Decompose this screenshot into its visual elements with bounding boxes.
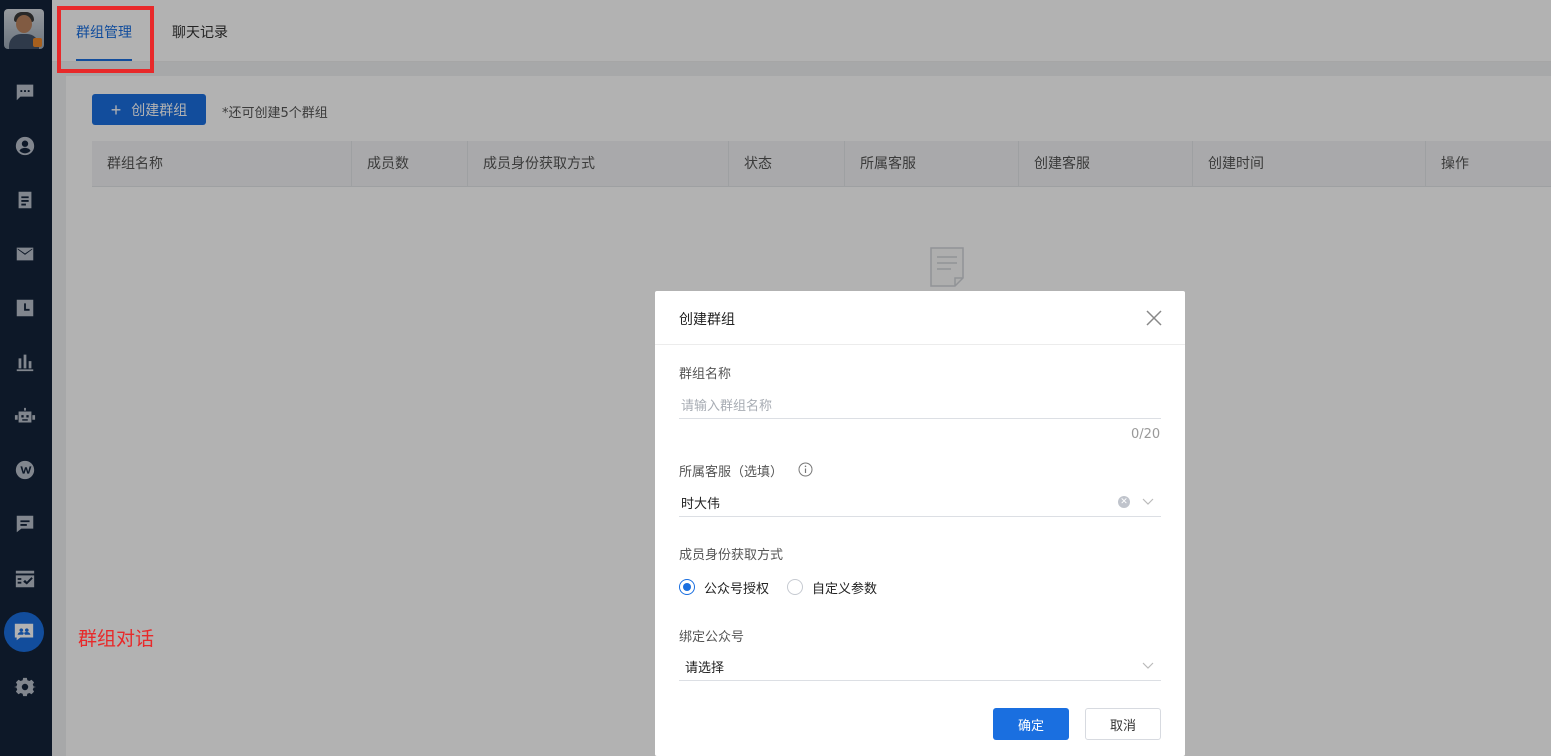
dialog-header: 创建群组 [655, 291, 1185, 345]
identity-label: 成员身份获取方式 [679, 548, 784, 563]
bind-account-value: 请选择 [685, 661, 725, 676]
chevron-down-icon [1142, 662, 1154, 669]
agent-label: 所属客服（选填） [679, 465, 784, 480]
chevron-down-icon [1142, 498, 1154, 505]
radio-unchecked[interactable] [787, 579, 804, 595]
radio-official-account-auth[interactable]: 公众号授权 [679, 578, 769, 597]
dialog-title: 创建群组 [679, 312, 735, 328]
cancel-button[interactable]: 取消 [1085, 708, 1161, 740]
bind-account-label: 绑定公众号 [679, 630, 745, 645]
bind-account-select[interactable]: 请选择 [679, 649, 1161, 681]
agent-value: 时大伟 [681, 497, 721, 512]
create-group-dialog: 创建群组 群组名称 请输入群组名称 0/20 所属客服（选填） 时大伟 ✕ 成员… [655, 291, 1185, 756]
group-name-label: 群组名称 [679, 367, 732, 382]
confirm-button[interactable]: 确定 [993, 708, 1069, 740]
annotation-label: 群组对话 [78, 628, 155, 650]
group-name-input[interactable]: 请输入群组名称 [679, 387, 1161, 419]
radio-checked[interactable] [679, 579, 695, 595]
info-icon[interactable] [798, 462, 813, 477]
identity-radio-group: 公众号授权 自定义参数 [679, 577, 895, 597]
agent-select[interactable]: 时大伟 ✕ [679, 485, 1161, 517]
group-name-placeholder: 请输入群组名称 [681, 399, 773, 414]
radio-custom-params[interactable]: 自定义参数 [787, 578, 877, 597]
highlight-box [57, 6, 154, 73]
char-counter: 0/20 [1131, 427, 1161, 442]
clear-icon[interactable]: ✕ [1118, 496, 1130, 508]
close-icon[interactable] [1143, 307, 1165, 329]
